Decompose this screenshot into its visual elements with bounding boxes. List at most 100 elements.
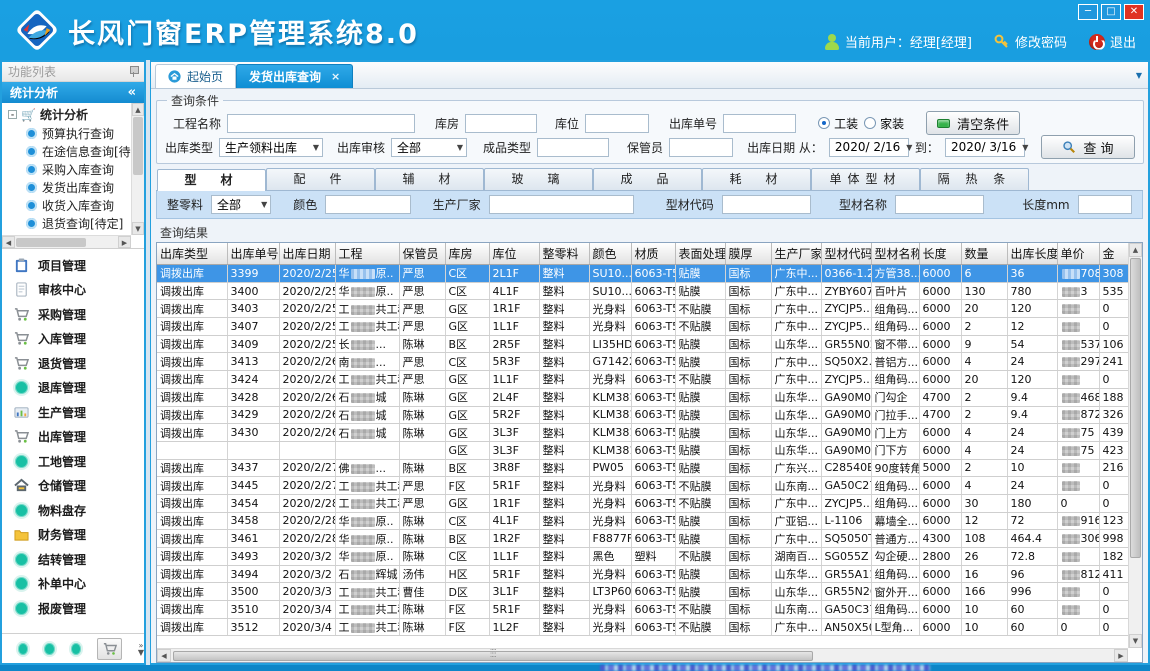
column-header[interactable]: 单价 [1057, 243, 1099, 265]
location-input[interactable] [585, 114, 649, 133]
table-row[interactable]: 调拨出库34242020/2/26工共工程严思G区1L1F整料光身料6063-T… [157, 371, 1135, 389]
tree-item[interactable]: 收货入库查询 [4, 196, 131, 214]
radio-gongzhuang[interactable]: 工装 [818, 115, 858, 132]
length-input[interactable] [1078, 195, 1132, 214]
dot-icon[interactable] [44, 643, 54, 655]
table-row[interactable]: 调拨出库34612020/2/28华原..陈琳B区1R2F整料F8877FT60… [157, 530, 1135, 548]
table-row[interactable]: 调拨出库34582020/2/28华原..陈琳C区4L1F整料光身料6063-T… [157, 512, 1135, 530]
date-from-picker[interactable]: 2020/ 2/16▼ [829, 138, 909, 157]
column-header[interactable]: 生产厂家 [771, 243, 821, 265]
table-row[interactable]: 调拨出库34372020/2/27佛...陈琳B区3R8F整料PW056063-… [157, 459, 1135, 477]
table-row[interactable]: 调拨出库34452020/2/27工共工程严思F区5R1F整料光身料6063-T… [157, 477, 1135, 495]
minimize-button[interactable]: ─ [1078, 4, 1098, 20]
out-type-select[interactable]: 生产领料出库▼ [219, 138, 323, 157]
tree-horizontal-scrollbar[interactable]: ◀▶ [2, 235, 131, 248]
maker-input[interactable] [489, 195, 634, 214]
sidebar-item-补单中心[interactable]: 补单中心 [2, 572, 144, 597]
collapse-button[interactable]: « [128, 85, 136, 100]
sidebar-item-审核中心[interactable]: 审核中心 [2, 278, 144, 303]
tree-item[interactable]: 退货查询[待定] [4, 214, 131, 232]
column-header[interactable]: 表面处理 [675, 243, 725, 265]
tree-root-node[interactable]: - 🛒 统计分析 [4, 105, 131, 124]
dot-icon[interactable] [18, 643, 28, 655]
project-name-input[interactable] [227, 114, 415, 133]
sidebar-item-出库管理[interactable]: 出库管理 [2, 425, 144, 450]
clear-conditions-button[interactable]: 清空条件 [926, 111, 1020, 135]
date-to-picker[interactable]: 2020/ 3/16▼ [945, 138, 1025, 157]
table-row[interactable]: G区3L3F整料KLM38176063-T5贴膜国标山东华...GA90M09.… [157, 441, 1135, 459]
dot-icon[interactable] [71, 643, 81, 655]
column-header[interactable]: 型材代码 [821, 243, 871, 265]
column-header[interactable]: 材质 [631, 243, 675, 265]
sidebar-item-入库管理[interactable]: 入库管理 [2, 327, 144, 352]
sidebar-item-仓储管理[interactable]: 仓储管理 [2, 474, 144, 499]
color-input[interactable] [325, 195, 410, 214]
grid-horizontal-scrollbar[interactable]: ◀▶ [157, 648, 1128, 662]
table-row[interactable]: 调拨出库34542020/2/28工共工程严思G区1R1F整料光身料6063-T… [157, 494, 1135, 512]
sidebar-item-财务管理[interactable]: 财务管理 [2, 523, 144, 548]
column-header[interactable]: 数量 [961, 243, 1007, 265]
table-row[interactable]: 调拨出库34002020/2/25华原..严思C区4L1F整料SU10...60… [157, 282, 1135, 300]
sidebar-item-退库管理[interactable]: 退库管理 [2, 376, 144, 401]
column-header[interactable]: 库房 [445, 243, 489, 265]
profile-code-input[interactable] [722, 195, 811, 214]
table-row[interactable]: 调拨出库34072020/2/25工共工程严思G区1L1F整料光身料6063-T… [157, 318, 1135, 336]
cart-shortcut-button[interactable] [97, 638, 122, 660]
material-tab[interactable]: 配 件 [266, 168, 375, 190]
column-header[interactable]: 库位 [489, 243, 539, 265]
material-tab[interactable]: 玻 璃 [484, 168, 593, 190]
more-buttons-chevron[interactable]: »▼ [138, 642, 144, 656]
profile-name-input[interactable] [895, 195, 984, 214]
order-no-input[interactable] [723, 114, 796, 133]
tree-vertical-scrollbar[interactable]: ▲▼ [131, 103, 144, 235]
sidebar-item-工地管理[interactable]: 工地管理 [2, 449, 144, 474]
table-row[interactable]: 调拨出库35002020/3/3工共工程曹佳D区3L1F整料LT3P606063… [157, 583, 1135, 601]
material-tab[interactable]: 耗 材 [702, 168, 811, 190]
column-header[interactable]: 出库日期 [279, 243, 335, 265]
warehouse-input[interactable] [465, 114, 537, 133]
table-row[interactable]: 调拨出库35122020/3/4工共工程陈琳F区1L2F整料光身料6063-T5… [157, 618, 1135, 636]
table-row[interactable]: 调拨出库35102020/3/4工共工程陈琳F区5R1F整料光身料6063-T5… [157, 601, 1135, 619]
tree-item[interactable]: 发货出库查询 [4, 178, 131, 196]
table-row[interactable]: 调拨出库34092020/2/25长...陈琳B区2R5F整料LI35HD606… [157, 335, 1135, 353]
grid-vertical-scrollbar[interactable]: ▲▼ [1128, 243, 1142, 648]
sidebar-item-生产管理[interactable]: 生产管理 [2, 400, 144, 425]
sidebar-item-物料盘存[interactable]: 物料盘存 [2, 498, 144, 523]
logout-button[interactable]: 退出 [1089, 32, 1136, 51]
column-header[interactable]: 型材名称 [871, 243, 919, 265]
column-header[interactable]: 颜色 [589, 243, 631, 265]
maximize-button[interactable]: □ [1101, 4, 1121, 20]
product-type-input[interactable] [537, 138, 609, 157]
tree-item[interactable]: 预算执行查询 [4, 124, 131, 142]
sidebar-item-结转管理[interactable]: 结转管理 [2, 547, 144, 572]
table-row[interactable]: 调拨出库34132020/2/26南...严思C区5R3F整料G71422606… [157, 353, 1135, 371]
column-header[interactable]: 长度 [919, 243, 961, 265]
tab-list-dropdown-icon[interactable]: ▼ [1136, 71, 1142, 80]
column-header[interactable]: 膜厚 [725, 243, 771, 265]
search-button[interactable]: 查 询 [1041, 135, 1135, 159]
pin-icon[interactable] [129, 66, 138, 77]
radio-jiazhuang[interactable]: 家装 [864, 115, 904, 132]
close-button[interactable]: ✕ [1124, 4, 1144, 20]
column-header[interactable]: 整零料 [539, 243, 589, 265]
column-header[interactable]: 保管员 [399, 243, 445, 265]
sidebar-item-采购管理[interactable]: 采购管理 [2, 302, 144, 327]
table-row[interactable]: 调拨出库34282020/2/26石城陈琳G区2L4F整料KLM38176063… [157, 388, 1135, 406]
audit-select[interactable]: 全部▼ [391, 138, 467, 157]
tab-shipment-query[interactable]: 发货出库查询 × [236, 64, 353, 88]
column-header[interactable]: 出库长度 [1007, 243, 1057, 265]
table-row[interactable]: 调拨出库33992020/2/25华原..严思C区2L1F整料SU10...60… [157, 265, 1135, 283]
table-row[interactable]: 调拨出库34932020/3/2华原..陈琳C区1L1F整料黑色塑料不贴膜国标湖… [157, 548, 1135, 566]
tree-expander-icon[interactable]: - [8, 110, 17, 119]
part-select[interactable]: 全部▼ [211, 195, 271, 214]
column-header[interactable]: 出库单号 [227, 243, 279, 265]
sidebar-item-退货管理[interactable]: 退货管理 [2, 351, 144, 376]
table-row[interactable]: 调拨出库34942020/3/2石辉城汤伟H区5R1F整料光身料6063-T5贴… [157, 565, 1135, 583]
change-password-button[interactable]: 修改密码 [994, 32, 1067, 51]
tab-home[interactable]: 起始页 [155, 64, 236, 88]
material-tab[interactable]: 成 品 [593, 168, 702, 190]
column-header[interactable]: 工程 [335, 243, 399, 265]
material-tab[interactable]: 型 材 [157, 169, 266, 191]
table-row[interactable]: 调拨出库34292020/2/26石城陈琳G区5R2F整料KLM38176063… [157, 406, 1135, 424]
table-row[interactable]: 调拨出库34302020/2/26石城陈琳G区3L3F整料KLM38176063… [157, 424, 1135, 442]
